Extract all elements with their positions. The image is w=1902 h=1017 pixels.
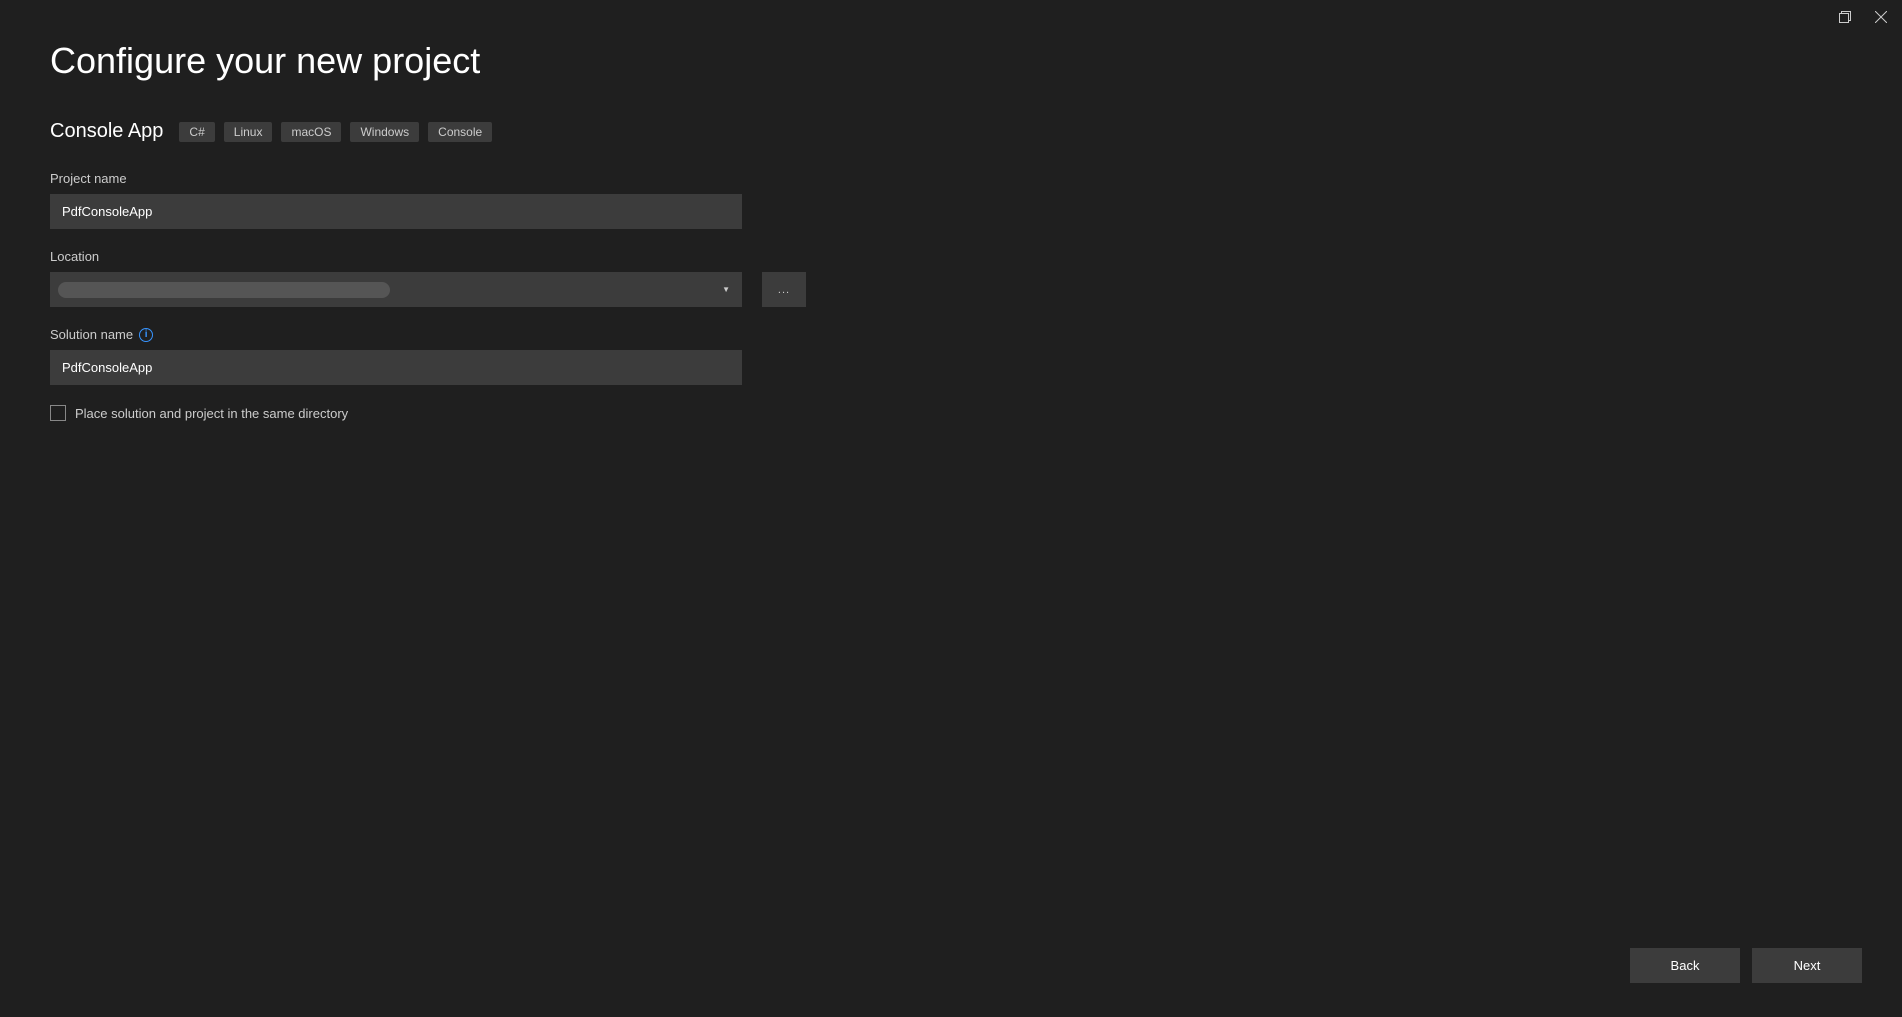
page-title: Configure your new project [50, 40, 1852, 82]
same-directory-row: Place solution and project in the same d… [50, 405, 1852, 421]
location-group: Location ▼ ... [50, 249, 1852, 307]
solution-name-group: Solution name i [50, 327, 1852, 385]
maximize-icon[interactable] [1838, 10, 1852, 24]
project-name-group: Project name [50, 171, 1852, 229]
tag-linux: Linux [224, 122, 273, 142]
location-value-redacted [58, 282, 390, 298]
tag-csharp: C# [179, 122, 214, 142]
solution-name-input[interactable] [50, 350, 742, 385]
location-combobox[interactable]: ▼ [50, 272, 742, 307]
tag-windows: Windows [350, 122, 419, 142]
location-label: Location [50, 249, 1852, 264]
project-name-label: Project name [50, 171, 1852, 186]
solution-name-label: Solution name [50, 327, 133, 342]
template-name: Console App [50, 120, 163, 143]
tag-console: Console [428, 122, 492, 142]
footer-buttons: Back Next [1630, 948, 1862, 983]
dropdown-arrow-icon: ▼ [722, 285, 730, 294]
next-button[interactable]: Next [1752, 948, 1862, 983]
info-icon[interactable]: i [139, 328, 153, 342]
tag-macos: macOS [281, 122, 341, 142]
project-name-input[interactable] [50, 194, 742, 229]
back-button[interactable]: Back [1630, 948, 1740, 983]
template-tags: C# Linux macOS Windows Console [179, 122, 492, 142]
close-icon[interactable] [1874, 10, 1888, 24]
same-directory-checkbox[interactable] [50, 405, 66, 421]
browse-button[interactable]: ... [762, 272, 806, 307]
template-info-row: Console App C# Linux macOS Windows Conso… [50, 120, 1852, 143]
same-directory-label: Place solution and project in the same d… [75, 406, 348, 421]
main-content: Configure your new project Console App C… [0, 0, 1902, 421]
window-titlebar [1838, 0, 1902, 24]
